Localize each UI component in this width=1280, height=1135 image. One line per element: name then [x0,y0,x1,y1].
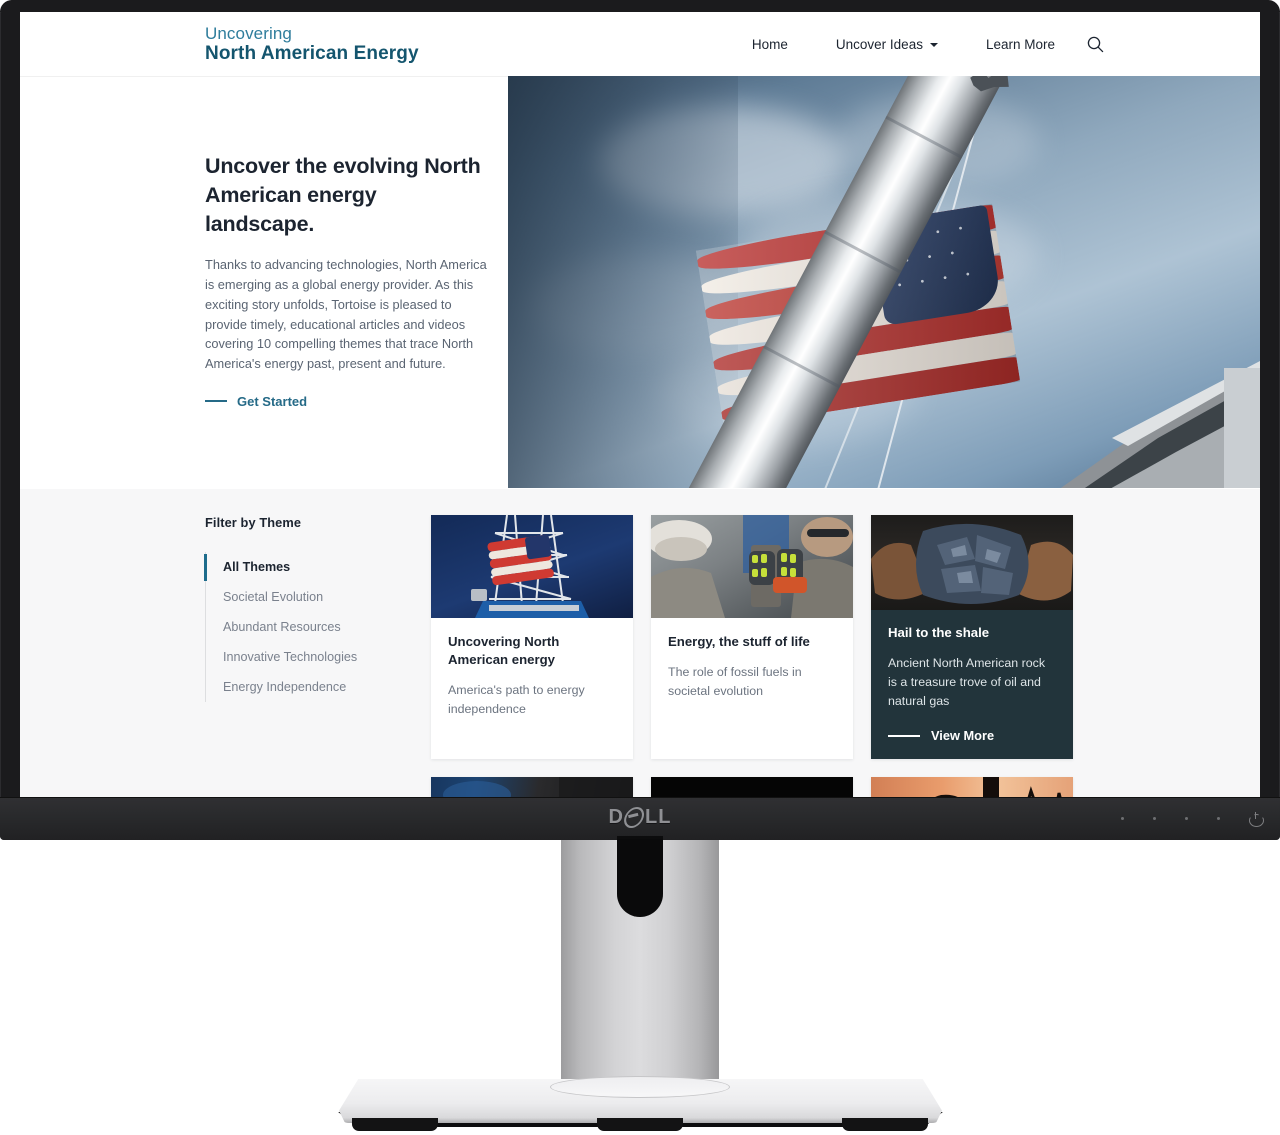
screenshot-stage: Uncovering North American Energy Home Un… [0,0,1280,1135]
stand-foot-left [352,1118,438,1131]
nav-item-home-label: Home [751,36,788,52]
nav-item-home[interactable]: Home [728,37,812,52]
get-started-link[interactable]: Get Started [205,394,490,409]
filter-item-all-themes[interactable]: All Themes [204,552,405,582]
theme-filter: Filter by Theme All Themes Societal Evol… [204,515,405,702]
power-icon[interactable] [1249,812,1262,825]
card-thumbnail [431,777,633,797]
dell-logo: D LL [609,806,672,829]
cable-management-slot [617,839,663,917]
card-thumbnail [651,515,853,618]
logo-line-1: Uncovering [205,23,292,43]
nav-item-uncover-ideas-label: Uncover Ideas [835,36,923,52]
hero-section: Uncover the evolving North American ener… [20,76,1260,489]
building-corner [1060,361,1260,488]
logo-line-2: North American Energy [205,42,419,64]
dash-icon [205,400,227,402]
hero-body: Thanks to advancing technologies, North … [205,257,487,371]
search-icon [1087,36,1104,52]
card-title: Hail to the shale [888,625,990,640]
drilling-rig-art [471,515,589,618]
card-row2-item-2[interactable] [651,777,853,797]
filter-item-innovative-technologies[interactable]: Innovative Technologies [206,642,405,672]
monitor-controls [1121,797,1262,840]
pumpjack-silhouette-art [936,777,1062,797]
monitor-frame: Uncovering North American Energy Home Un… [0,0,1280,841]
card-body: Energy, the stuff of life The role of fo… [651,618,853,723]
oil-workers-art [651,515,853,618]
card-body: Uncovering North American energy America… [431,618,633,741]
filter-list: All Themes Societal Evolution Abundant R… [204,552,405,702]
card-thumbnail [651,777,853,797]
stand-base-ring [550,1076,730,1098]
card-subtitle: Ancient North American rock is a treasur… [888,655,1046,709]
main-navigation: Home Uncover Ideas Learn More [728,36,1104,53]
filter-item-energy-independence[interactable]: Energy Independence [206,672,405,702]
get-started-label: Get Started [237,393,308,409]
filter-title: Filter by Theme [205,515,302,530]
monitor-bezel-top [0,0,1280,12]
hero-copy: Uncover the evolving North American ener… [205,152,490,409]
filter-item-label: Abundant Resources [223,620,341,634]
dell-logo-d: D [608,806,625,828]
card-title: Energy, the stuff of life [668,634,810,649]
card-row2-item-3[interactable] [871,777,1073,797]
view-more-label: View More [931,728,995,744]
hero-title: Uncover the evolving North American ener… [205,154,481,236]
card-subtitle: America's path to energy independence [448,682,585,716]
stand-foot-right [842,1118,928,1131]
card-thumbnail [431,515,633,618]
filter-item-societal-evolution[interactable]: Societal Evolution [206,582,405,612]
monitor-chin: D LL [0,797,1280,841]
site-logo[interactable]: Uncovering North American Energy [205,24,419,64]
nav-item-uncover-ideas[interactable]: Uncover Ideas [812,37,962,52]
chevron-down-icon [929,43,938,47]
themes-panel: Filter by Theme All Themes Societal Evol… [20,489,1260,797]
card-thumbnail [871,515,1073,610]
site-header: Uncovering North American Energy Home Un… [20,12,1260,77]
card-uncovering-north-american-energy[interactable]: Uncovering North American energy America… [431,515,633,760]
monitor-stand-neck [561,839,719,1083]
gas-flare-art [443,777,633,797]
monitor-screen: Uncovering North American Energy Home Un… [20,12,1260,797]
osd-button-3[interactable] [1185,817,1188,820]
shale-rock-art [871,523,1073,604]
osd-button-2[interactable] [1153,817,1156,820]
nav-item-learn-more-label: Learn More [985,36,1055,52]
filter-item-label: All Themes [223,560,291,574]
search-button[interactable] [1087,36,1104,53]
card-grid: Uncovering North American energy America… [431,515,1091,797]
stand-foot-center [597,1118,683,1131]
view-more-link[interactable]: View More [888,728,1056,743]
filter-item-label: Innovative Technologies [223,650,358,664]
filter-item-label: Societal Evolution [223,590,324,604]
card-title: Uncovering North American energy [448,634,560,667]
card-hail-to-the-shale[interactable]: Hail to the shale Ancient North American… [871,515,1073,760]
osd-button-1[interactable] [1121,817,1124,820]
nav-item-learn-more[interactable]: Learn More [962,37,1079,52]
hero-image [508,76,1260,488]
card-energy-the-stuff-of-life[interactable]: Energy, the stuff of life The role of fo… [651,515,853,760]
osd-button-4[interactable] [1217,817,1220,820]
filter-item-label: Energy Independence [223,680,347,694]
card-body: Hail to the shale Ancient North American… [871,610,1073,759]
dell-logo-ll: LL [645,806,672,828]
filter-item-abundant-resources[interactable]: Abundant Resources [206,612,405,642]
dash-icon [888,735,920,737]
dell-logo-e-icon [621,807,648,828]
card-subtitle: The role of fossil fuels in societal evo… [668,664,802,699]
card-thumbnail [871,777,1073,797]
card-row2-item-1[interactable] [431,777,633,797]
